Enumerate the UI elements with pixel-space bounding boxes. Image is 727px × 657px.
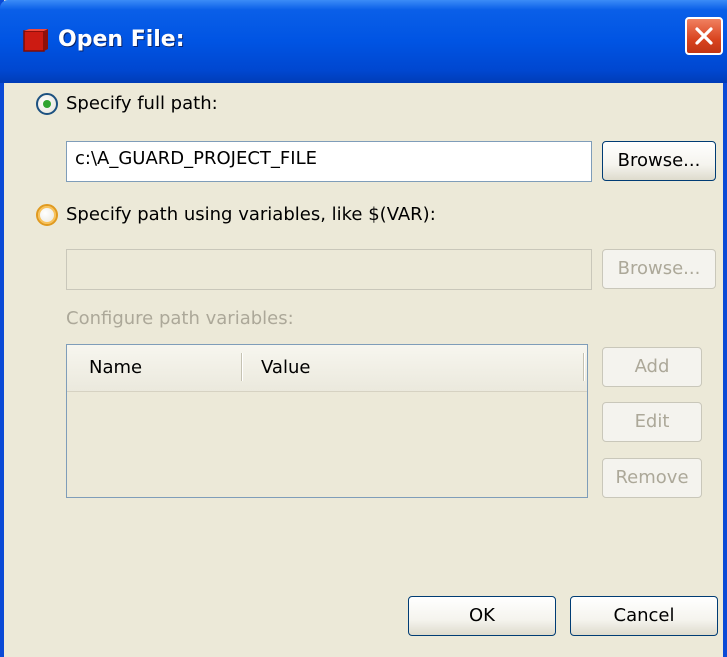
add-variable-button[interactable]: Add bbox=[602, 347, 702, 387]
close-icon bbox=[695, 27, 713, 45]
app-icon bbox=[23, 29, 48, 52]
remove-variable-button[interactable]: Remove bbox=[602, 458, 702, 498]
cancel-button[interactable]: Cancel bbox=[570, 596, 718, 636]
column-header-name[interactable]: Name bbox=[89, 357, 142, 378]
column-divider[interactable] bbox=[241, 353, 242, 381]
edit-variable-button[interactable]: Edit bbox=[602, 402, 702, 442]
dialog-title: Open File: bbox=[58, 27, 185, 52]
title-bar[interactable]: Open File: bbox=[0, 0, 727, 83]
column-header-value[interactable]: Value bbox=[261, 357, 310, 378]
open-file-dialog: Open File: Specify full path: c:\A_GUARD… bbox=[0, 0, 727, 657]
path-variables-table[interactable]: Name Value bbox=[66, 344, 588, 498]
variables-path-input[interactable] bbox=[66, 249, 592, 290]
variables-path-label[interactable]: Specify path using variables, like $(VAR… bbox=[66, 204, 436, 225]
configure-variables-label: Configure path variables: bbox=[66, 308, 294, 329]
variables-path-radio[interactable] bbox=[36, 204, 58, 226]
full-path-radio[interactable] bbox=[36, 93, 58, 115]
browse-full-path-button[interactable]: Browse... bbox=[602, 141, 716, 181]
close-button[interactable] bbox=[685, 17, 723, 55]
full-path-label[interactable]: Specify full path: bbox=[66, 93, 218, 114]
full-path-input[interactable]: c:\A_GUARD_PROJECT_FILE bbox=[66, 141, 592, 182]
browse-variables-path-button[interactable]: Browse... bbox=[602, 249, 716, 289]
radio-selected-dot bbox=[43, 100, 51, 108]
ok-button[interactable]: OK bbox=[408, 596, 556, 636]
column-divider[interactable] bbox=[583, 353, 584, 381]
table-header: Name Value bbox=[67, 345, 587, 392]
